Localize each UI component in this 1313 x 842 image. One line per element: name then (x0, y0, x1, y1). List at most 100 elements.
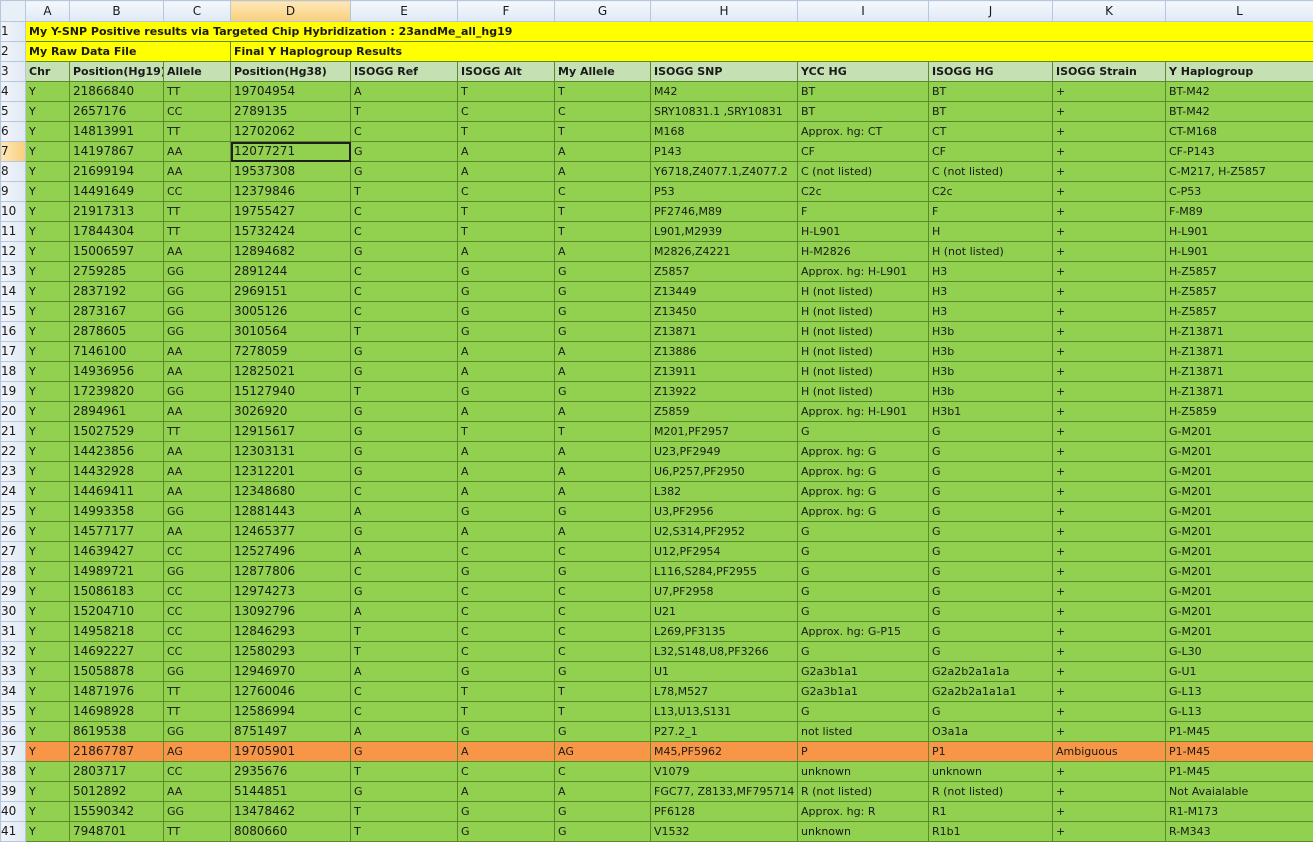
data-cell[interactable]: G (350, 581, 458, 602)
data-cell[interactable]: C (554, 101, 651, 122)
data-cell[interactable]: A (457, 741, 555, 762)
data-cell[interactable]: + (1052, 481, 1166, 502)
data-cell[interactable]: 14469411 (69, 481, 164, 502)
data-cell[interactable]: G2a2b2a1a1a1 (928, 681, 1053, 702)
data-cell[interactable]: 7278059 (230, 341, 351, 362)
data-cell[interactable]: Y (25, 341, 70, 362)
data-cell[interactable]: G (457, 721, 555, 742)
data-cell[interactable]: G (457, 661, 555, 682)
data-cell[interactable]: T (457, 701, 555, 722)
data-cell[interactable]: AA (163, 461, 231, 482)
data-cell[interactable]: Y (25, 421, 70, 442)
row-number[interactable]: 16 (0, 321, 26, 342)
data-cell[interactable]: H-L901 (1165, 221, 1313, 242)
data-cell[interactable]: G (350, 241, 458, 262)
data-cell[interactable]: G (350, 361, 458, 382)
data-cell[interactable]: Y (25, 721, 70, 742)
data-cell[interactable]: G-M201 (1165, 561, 1313, 582)
data-cell[interactable]: Y (25, 801, 70, 822)
data-cell[interactable]: G (350, 401, 458, 422)
data-cell[interactable]: 19537308 (230, 161, 351, 182)
row-number[interactable]: 22 (0, 441, 26, 462)
data-cell[interactable]: H (not listed) (797, 301, 929, 322)
data-cell[interactable]: + (1052, 221, 1166, 242)
data-cell[interactable]: Y (25, 441, 70, 462)
row-number[interactable]: 34 (0, 681, 26, 702)
data-cell[interactable]: 2878605 (69, 321, 164, 342)
data-cell[interactable]: A (457, 361, 555, 382)
data-cell[interactable]: 2789135 (230, 101, 351, 122)
data-cell[interactable]: Y (25, 101, 70, 122)
data-cell[interactable]: TT (163, 221, 231, 242)
data-cell[interactable]: 12877806 (230, 561, 351, 582)
data-cell[interactable]: + (1052, 81, 1166, 102)
row-number[interactable]: 23 (0, 461, 26, 482)
data-cell[interactable]: G (457, 321, 555, 342)
data-cell[interactable]: A (554, 141, 651, 162)
data-cell[interactable]: G (350, 741, 458, 762)
data-cell[interactable]: P27.2_1 (650, 721, 798, 742)
sheet-title-cell[interactable]: My Y-SNP Positive results via Targeted C… (25, 21, 1313, 42)
data-cell[interactable]: G (457, 381, 555, 402)
data-cell[interactable]: 17239820 (69, 381, 164, 402)
data-cell[interactable]: 21699194 (69, 161, 164, 182)
data-cell[interactable]: 3026920 (230, 401, 351, 422)
data-cell[interactable]: G (457, 821, 555, 842)
data-cell[interactable]: G-M201 (1165, 481, 1313, 502)
data-cell[interactable]: H-L901 (1165, 241, 1313, 262)
data-cell[interactable]: 12760046 (230, 681, 351, 702)
data-cell[interactable]: + (1052, 561, 1166, 582)
data-cell[interactable]: H (not listed) (928, 241, 1053, 262)
data-cell[interactable]: 15590342 (69, 801, 164, 822)
row-number[interactable]: 29 (0, 581, 26, 602)
field-header-cell[interactable]: Chr (25, 61, 70, 82)
data-cell[interactable]: CC (163, 101, 231, 122)
data-cell[interactable]: + (1052, 801, 1166, 822)
data-cell[interactable]: T (350, 381, 458, 402)
data-cell[interactable]: 14692227 (69, 641, 164, 662)
data-cell[interactable]: F (797, 201, 929, 222)
data-cell[interactable]: 2803717 (69, 761, 164, 782)
data-cell[interactable]: AA (163, 361, 231, 382)
data-cell[interactable]: G (457, 261, 555, 282)
data-cell[interactable]: G2a2b2a1a1a (928, 661, 1053, 682)
data-cell[interactable]: L269,PF3135 (650, 621, 798, 642)
data-cell[interactable]: BT (797, 101, 929, 122)
data-cell[interactable]: CC (163, 761, 231, 782)
data-cell[interactable]: U6,P257,PF2950 (650, 461, 798, 482)
data-cell[interactable]: G (350, 521, 458, 542)
data-cell[interactable]: TT (163, 121, 231, 142)
data-cell[interactable]: Z13886 (650, 341, 798, 362)
data-cell[interactable]: C (not listed) (928, 161, 1053, 182)
data-cell[interactable]: GG (163, 721, 231, 742)
data-cell[interactable]: G-M201 (1165, 541, 1313, 562)
data-cell[interactable]: + (1052, 121, 1166, 142)
data-cell[interactable]: 2935676 (230, 761, 351, 782)
data-cell[interactable]: G (457, 301, 555, 322)
data-cell[interactable]: H (not listed) (797, 341, 929, 362)
data-cell[interactable]: G (350, 341, 458, 362)
data-cell[interactable]: G (928, 561, 1053, 582)
data-cell[interactable]: H-Z5859 (1165, 401, 1313, 422)
data-cell[interactable]: G-L30 (1165, 641, 1313, 662)
data-cell[interactable]: 14958218 (69, 621, 164, 642)
data-cell[interactable]: H3b (928, 341, 1053, 362)
data-cell[interactable]: + (1052, 201, 1166, 222)
data-cell[interactable]: 17844304 (69, 221, 164, 242)
data-cell[interactable]: GG (163, 321, 231, 342)
row-number[interactable]: 6 (0, 121, 26, 142)
data-cell[interactable]: Y (25, 501, 70, 522)
data-cell[interactable]: G (797, 561, 929, 582)
row-number[interactable]: 40 (0, 801, 26, 822)
data-cell[interactable]: unknown (797, 761, 929, 782)
data-cell[interactable]: L901,M2939 (650, 221, 798, 242)
data-cell[interactable]: H (not listed) (797, 281, 929, 302)
field-header-cell[interactable]: Allele (163, 61, 231, 82)
data-cell[interactable]: 12946970 (230, 661, 351, 682)
data-cell[interactable]: Y (25, 361, 70, 382)
row-number[interactable]: 4 (0, 81, 26, 102)
data-cell[interactable]: A (457, 161, 555, 182)
data-cell[interactable]: Approx. hg: H-L901 (797, 261, 929, 282)
data-cell[interactable]: + (1052, 521, 1166, 542)
data-cell[interactable]: Z13449 (650, 281, 798, 302)
